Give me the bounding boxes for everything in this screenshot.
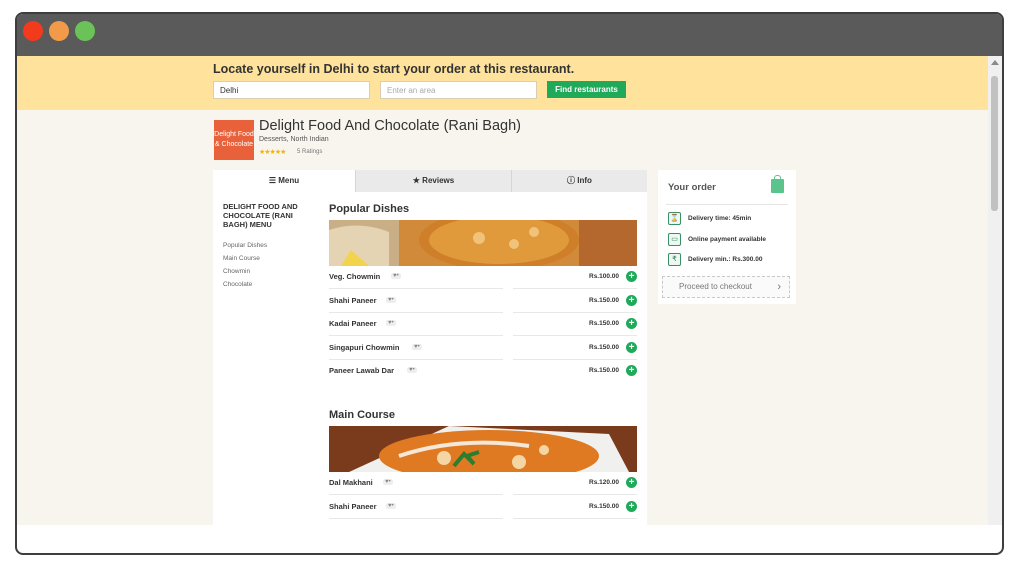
- tab-info[interactable]: ⓘ Info: [512, 170, 647, 192]
- chevron-right-icon: ›: [777, 281, 781, 293]
- hourglass-icon: ⌛: [668, 212, 681, 225]
- dish-price: Rs.150.00: [589, 367, 619, 374]
- dish-row[interactable]: Paneer Lawab Dar ♥• Rs.150.00 +: [329, 360, 637, 383]
- tab-bar: ☰ Menu ★ Reviews ⓘ Info: [213, 170, 647, 192]
- dish-name: Dal Makhani: [329, 478, 373, 487]
- window-titlebar: [17, 14, 1002, 56]
- row-divider: [329, 288, 503, 289]
- row-divider: [513, 494, 637, 495]
- sidebar-link-chowmin[interactable]: Chowmin: [223, 268, 250, 275]
- maximize-window-button[interactable]: [75, 21, 95, 41]
- add-dish-icon[interactable]: +: [626, 501, 637, 512]
- menu-panel: ☰ Menu ★ Reviews ⓘ Info DELIGHT FOOD AND…: [213, 170, 647, 525]
- row-divider: [329, 335, 503, 336]
- sidebar-link-popular-dishes[interactable]: Popular Dishes: [223, 242, 267, 249]
- vertical-scrollbar[interactable]: [988, 56, 1002, 525]
- delivery-time: Delivery time: 45min: [688, 215, 752, 222]
- veg-badge-icon: ♥•: [391, 273, 401, 279]
- dish-name: Veg. Chowmin: [329, 272, 381, 281]
- dish-row[interactable]: Veg. Chowmin ♥• Rs.100.00 +: [329, 266, 637, 289]
- banner-title: Locate yourself in Delhi to start your o…: [213, 62, 575, 76]
- sidebar-link-main-course[interactable]: Main Course: [223, 255, 260, 262]
- dish-row[interactable]: Kadai Paneer ♥• Rs.150.00 +: [329, 313, 637, 336]
- city-input[interactable]: [213, 81, 370, 99]
- veg-badge-icon: ♥•: [412, 344, 422, 350]
- add-dish-icon[interactable]: +: [626, 365, 637, 376]
- dish-row[interactable]: Shahi Paneer ♥• Rs.150.00 +: [329, 496, 637, 519]
- row-divider: [513, 288, 637, 289]
- row-divider: [513, 518, 637, 519]
- location-banner: Locate yourself in Delhi to start your o…: [17, 56, 988, 110]
- dish-price: Rs.120.00: [589, 479, 619, 486]
- add-dish-icon[interactable]: +: [626, 271, 637, 282]
- ratings-count[interactable]: 5 Ratings: [297, 149, 322, 155]
- add-dish-icon[interactable]: +: [626, 295, 637, 306]
- add-dish-icon[interactable]: +: [626, 342, 637, 353]
- dish-price: Rs.100.00: [589, 273, 619, 280]
- tab-menu[interactable]: ☰ Menu: [213, 170, 355, 192]
- order-title: Your order: [668, 182, 716, 193]
- veg-badge-icon: ♥•: [386, 503, 396, 509]
- close-window-button[interactable]: [23, 21, 43, 41]
- tab-reviews[interactable]: ★ Reviews: [356, 170, 511, 192]
- add-dish-icon[interactable]: +: [626, 477, 637, 488]
- popular-dishes-image: [329, 220, 637, 266]
- delivery-minimum: Delivery min.: Rs.300.00: [688, 256, 763, 263]
- dish-price: Rs.150.00: [589, 320, 619, 327]
- add-dish-icon[interactable]: +: [626, 318, 637, 329]
- minimize-window-button[interactable]: [49, 21, 69, 41]
- section-title: Popular Dishes: [329, 203, 410, 215]
- veg-badge-icon: ♥•: [383, 479, 393, 485]
- dish-name: Shahi Paneer: [329, 502, 377, 511]
- online-payment-row: ▭ Online payment available: [668, 233, 792, 247]
- dish-price: Rs.150.00: [589, 344, 619, 351]
- online-payment: Online payment available: [688, 236, 767, 243]
- row-divider: [329, 518, 503, 519]
- scroll-up-icon[interactable]: [991, 60, 999, 65]
- delivery-min-row: ₹ Delivery min.: Rs.300.00: [668, 253, 792, 267]
- restaurant-name: Delight Food And Chocolate (Rani Bagh): [259, 118, 521, 134]
- order-divider: [666, 204, 788, 205]
- section-title: Main Course: [329, 409, 396, 421]
- veg-badge-icon: ♥•: [407, 367, 417, 373]
- scrollbar-thumb[interactable]: [991, 76, 998, 211]
- dish-price: Rs.150.00: [589, 297, 619, 304]
- veg-badge-icon: ♥•: [386, 297, 396, 303]
- checkout-label: Proceed to checkout: [679, 282, 752, 291]
- money-icon: ₹: [668, 253, 681, 266]
- row-divider: [513, 335, 637, 336]
- main-course-image: [329, 426, 637, 472]
- dish-price: Rs.150.00: [589, 503, 619, 510]
- find-restaurants-button[interactable]: Find restaurants: [547, 81, 626, 98]
- dish-name: Shahi Paneer: [329, 296, 377, 305]
- proceed-to-checkout-button[interactable]: Proceed to checkout ›: [662, 276, 790, 298]
- veg-badge-icon: ♥•: [386, 320, 396, 326]
- page-viewport: Locate yourself in Delhi to start your o…: [17, 56, 988, 525]
- dish-name: Kadai Paneer: [329, 319, 377, 328]
- restaurant-cuisine: Desserts, North Indian: [259, 136, 329, 143]
- restaurant-logo: Delight Food & Chocolate: [214, 120, 254, 160]
- menu-sidebar-title: DELIGHT FOOD AND CHOCOLATE (RANI BAGH) M…: [223, 202, 298, 229]
- laptop-icon: ▭: [668, 233, 681, 246]
- browser-window: Locate yourself in Delhi to start your o…: [15, 12, 1004, 555]
- rating-stars-icon: ★★★★★: [259, 149, 286, 156]
- area-input[interactable]: [380, 81, 537, 99]
- delivery-time-row: ⌛ Delivery time: 45min: [668, 212, 792, 226]
- sidebar-link-chocolate[interactable]: Chocolate: [223, 281, 252, 288]
- order-panel: Your order ⌛ Delivery time: 45min ▭ Onli…: [658, 170, 796, 304]
- dish-name: Paneer Lawab Dar: [329, 366, 395, 375]
- shopping-bag-icon: [771, 175, 784, 193]
- dish-row[interactable]: Shahi Paneer ♥• Rs.150.00 +: [329, 290, 637, 313]
- dish-row[interactable]: Singapuri Chowmin ♥• Rs.150.00 +: [329, 337, 637, 360]
- dish-row[interactable]: Dal Makhani ♥• Rs.120.00 +: [329, 472, 637, 495]
- dish-name: Singapuri Chowmin: [329, 343, 400, 352]
- row-divider: [329, 494, 503, 495]
